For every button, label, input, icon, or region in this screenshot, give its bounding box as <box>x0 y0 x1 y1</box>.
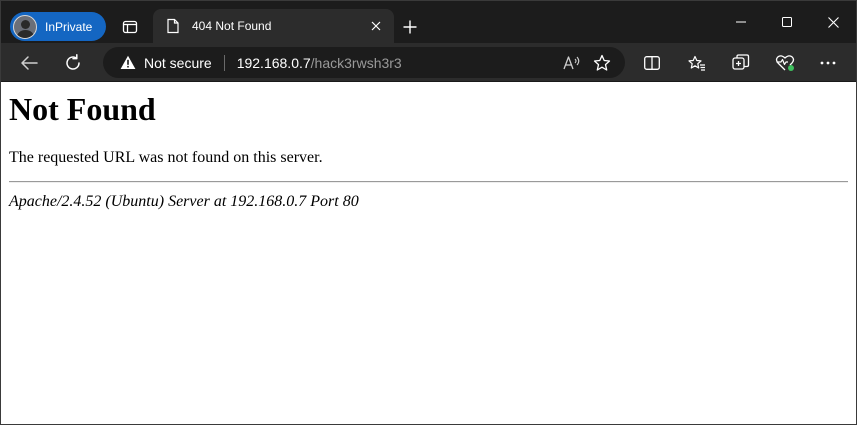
close-tab-button[interactable] <box>362 12 390 40</box>
address-divider <box>223 54 225 71</box>
page-title: Not Found <box>9 91 156 127</box>
security-status[interactable]: Not secure <box>144 55 212 71</box>
split-screen-button[interactable] <box>636 47 668 79</box>
close-icon <box>371 21 381 31</box>
browser-window: InPrivate 404 Not Found Not secure 192.1… <box>0 0 857 425</box>
back-arrow-icon <box>21 56 38 70</box>
url-host: 192.168.0.7 <box>236 54 311 71</box>
page-icon <box>166 18 180 34</box>
favorite-button[interactable] <box>587 49 617 77</box>
refresh-icon <box>66 54 80 70</box>
tab-active[interactable]: 404 Not Found <box>153 9 394 43</box>
maximize-icon <box>782 17 792 27</box>
error-message: The requested URL was not found on this … <box>9 149 323 166</box>
divider <box>9 181 848 183</box>
collections-button[interactable] <box>725 47 757 79</box>
back-button[interactable] <box>13 47 45 79</box>
tab-actions-button[interactable] <box>115 13 145 41</box>
warning-triangle-icon[interactable] <box>120 55 136 71</box>
window-controls <box>718 1 856 43</box>
star-icon <box>593 54 611 71</box>
favorites-list-icon <box>688 55 705 71</box>
close-window-button[interactable] <box>810 1 856 43</box>
more-icon <box>820 61 836 65</box>
url-text[interactable]: 192.168.0.7/hack3rwsh3r3 <box>237 55 557 71</box>
page-content: Not Found The requested URL was not foun… <box>1 83 856 424</box>
new-tab-button[interactable] <box>396 13 424 41</box>
maximize-button[interactable] <box>764 1 810 43</box>
tab-actions-icon <box>122 20 138 34</box>
heart-pulse-icon <box>775 55 795 71</box>
minimize-button[interactable] <box>718 1 764 43</box>
avatar <box>13 14 37 39</box>
inprivate-label: InPrivate <box>45 19 93 34</box>
url-path: /hack3rwsh3r3 <box>310 54 402 71</box>
more-button[interactable] <box>812 47 844 79</box>
collections-icon <box>732 54 750 70</box>
tab-strip: InPrivate 404 Not Found <box>1 1 856 43</box>
browser-essentials-button[interactable] <box>769 47 801 79</box>
plus-icon <box>403 20 417 34</box>
tab-title: 404 Not Found <box>192 19 272 33</box>
inprivate-button[interactable]: InPrivate <box>10 12 106 41</box>
read-aloud-button[interactable] <box>557 49 587 77</box>
favorites-button[interactable] <box>681 47 713 79</box>
minimize-icon <box>736 21 746 23</box>
address-bar[interactable]: Not secure 192.168.0.7/hack3rwsh3r3 <box>103 47 625 78</box>
toolbar: Not secure 192.168.0.7/hack3rwsh3r3 <box>1 43 856 82</box>
refresh-button[interactable] <box>57 47 89 79</box>
server-signature: Apache/2.4.52 (Ubuntu) Server at 192.168… <box>9 193 359 210</box>
split-screen-icon <box>644 56 660 70</box>
close-icon <box>827 16 839 28</box>
read-aloud-icon <box>563 55 580 69</box>
